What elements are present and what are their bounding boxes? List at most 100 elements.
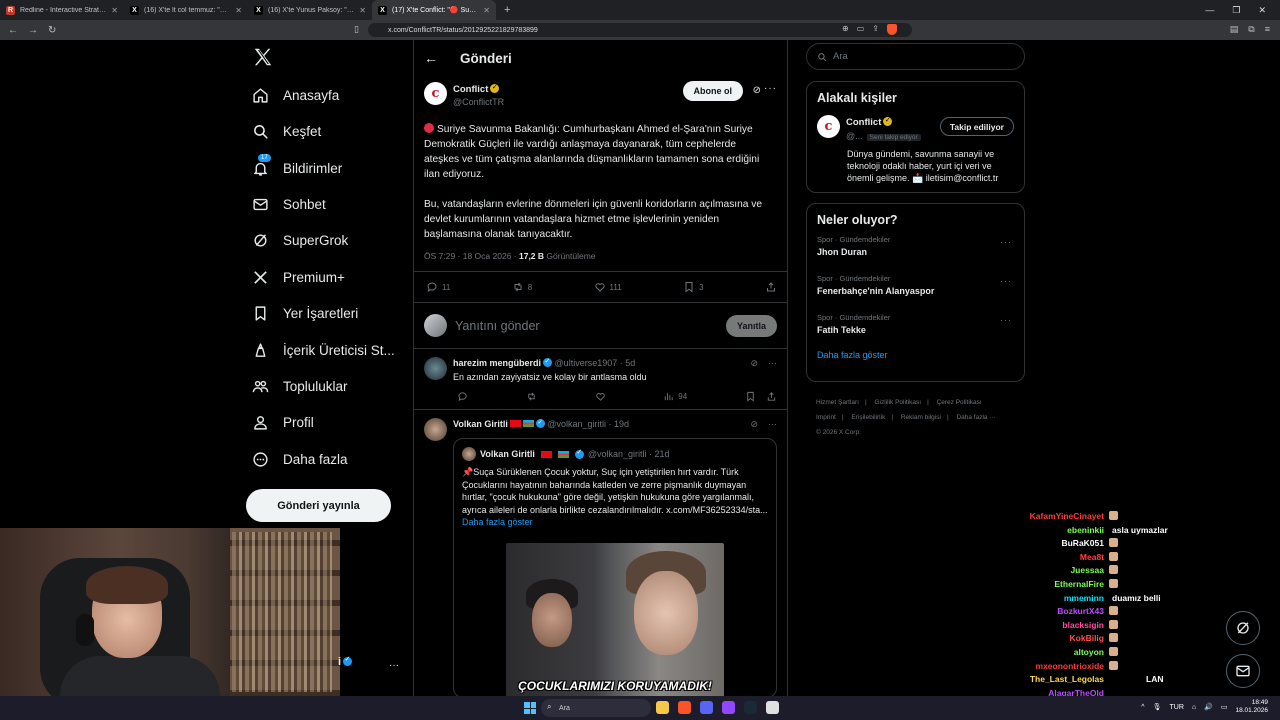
post-time[interactable]: ÖS 7:29 · 18 Oca 2026 · bbox=[424, 251, 519, 261]
browser-tab[interactable]: X (16) X'te Yunus Paksoy: "SON DAKİKA... ✕ bbox=[248, 0, 372, 20]
reply-submit-button[interactable]: Yanıtla bbox=[725, 315, 777, 337]
grok-explain-icon[interactable]: ⊘ bbox=[750, 419, 758, 430]
reply-avatar[interactable] bbox=[424, 357, 447, 380]
brave-browser-icon[interactable] bbox=[678, 701, 691, 714]
zoom-icon[interactable]: ⊕ bbox=[842, 24, 849, 35]
trend-item[interactable]: Spor · Gündemdekiler Fenerbahçe'nin Alan… bbox=[807, 266, 1024, 305]
related-person[interactable]: c Conflict @...Seni takip ediyor Takip e… bbox=[807, 105, 1024, 144]
nav-creator-studio[interactable]: İçerik Üreticisi St... bbox=[252, 342, 395, 359]
brave-shield-icon[interactable] bbox=[886, 24, 897, 35]
address-bar[interactable]: x.com/ConflictTR/status/2012925221829783… bbox=[368, 23, 912, 37]
file-explorer-icon[interactable] bbox=[656, 701, 669, 714]
like-action[interactable] bbox=[595, 391, 606, 402]
nav-explore[interactable]: Keşfet bbox=[252, 123, 321, 140]
nav-bookmarks[interactable]: Yer İşaretleri bbox=[252, 305, 358, 322]
footer-link[interactable]: Imprint bbox=[816, 414, 836, 421]
reply-item[interactable]: harezim mengüberdi @ultiverse1907 · 5d E… bbox=[414, 349, 787, 410]
obs-icon[interactable] bbox=[766, 701, 779, 714]
lang-indicator[interactable]: TUR bbox=[1169, 704, 1183, 711]
reload-icon[interactable]: ↻ bbox=[48, 25, 56, 36]
footer-link[interactable]: Erişilebilirlik bbox=[851, 414, 885, 421]
quoted-post[interactable]: Volkan Giritli @volkan_giritli · 21d 📌Su… bbox=[453, 438, 777, 696]
related-name[interactable]: Conflict bbox=[846, 117, 881, 128]
battery-icon[interactable]: ▭ bbox=[1221, 703, 1228, 711]
trend-more-icon[interactable]: ··· bbox=[1000, 276, 1012, 286]
search-input[interactable]: Ara bbox=[806, 43, 1025, 70]
twitch-icon[interactable] bbox=[722, 701, 735, 714]
share-icon[interactable] bbox=[766, 391, 777, 402]
nav-more[interactable]: Daha fazla bbox=[252, 451, 348, 468]
sidebar-icon[interactable]: ▤ bbox=[1230, 24, 1239, 35]
footer-link[interactable]: Gizlilik Politikası bbox=[874, 399, 921, 406]
discord-icon[interactable] bbox=[700, 701, 713, 714]
bookmark-icon[interactable] bbox=[745, 391, 756, 402]
grok-explain-icon[interactable]: ⊘ bbox=[750, 358, 758, 369]
repost-action[interactable] bbox=[526, 391, 537, 402]
nav-supergrok[interactable]: SuperGrok bbox=[252, 232, 348, 249]
extensions-icon[interactable]: ⧉ bbox=[1248, 24, 1254, 35]
reply-avatar[interactable] bbox=[424, 418, 447, 441]
taskbar-search[interactable]: ⌕ Ara bbox=[541, 699, 651, 717]
post-button[interactable]: Gönderi yayınla bbox=[246, 489, 391, 522]
footer-link[interactable]: Hizmet Şartları bbox=[816, 399, 859, 406]
x-logo-icon[interactable] bbox=[252, 46, 274, 68]
trend-item[interactable]: Spor · Gündemdekiler Jhon Duran ··· bbox=[807, 227, 1024, 266]
footer-link[interactable]: Reklam bilgisi bbox=[901, 414, 941, 421]
nav-home[interactable]: Anasayfa bbox=[252, 87, 339, 104]
windows-start-icon[interactable] bbox=[524, 702, 536, 714]
share-action[interactable] bbox=[765, 281, 777, 293]
back-arrow-icon[interactable]: ← bbox=[424, 50, 438, 66]
grok-explain-icon[interactable]: ⊘ bbox=[753, 85, 761, 96]
footer-link[interactable]: Çerez Politikası bbox=[937, 399, 982, 406]
my-avatar[interactable] bbox=[424, 314, 447, 337]
reply-author[interactable]: harezim mengüberdi bbox=[453, 358, 541, 368]
account-more-icon[interactable]: ··· bbox=[389, 660, 399, 671]
clock[interactable]: 18:49 18.01.2026 bbox=[1235, 699, 1268, 715]
close-tab-icon[interactable]: ✕ bbox=[359, 6, 366, 15]
account-name-fragment[interactable]: i bbox=[338, 655, 353, 668]
reply-action[interactable] bbox=[457, 391, 468, 402]
volume-icon[interactable]: 🔊 bbox=[1204, 703, 1213, 711]
footer-link[interactable]: Daha fazla ··· bbox=[956, 414, 995, 421]
nav-communities[interactable]: Topluluklar bbox=[252, 378, 348, 395]
cast-icon[interactable]: ▭ bbox=[857, 24, 865, 35]
post-more-icon[interactable]: ··· bbox=[764, 83, 777, 94]
browser-tab[interactable]: X (17) X'te Conflict: "🔴 Suriye Sa... ✕ bbox=[372, 0, 496, 20]
reply-input[interactable]: Yanıtını gönder bbox=[455, 319, 540, 333]
reply-author[interactable]: Volkan Giritli bbox=[453, 419, 508, 429]
trend-more-icon[interactable]: ··· bbox=[1000, 315, 1012, 325]
close-tab-icon[interactable]: ✕ bbox=[111, 6, 118, 15]
reply-item[interactable]: Volkan Giritli @volkan_giritli · 19d Vol… bbox=[414, 410, 787, 696]
menu-icon[interactable]: ≡ bbox=[1265, 24, 1270, 35]
following-button[interactable]: Takip ediliyor bbox=[939, 117, 1014, 136]
new-tab-button[interactable]: + bbox=[496, 4, 518, 16]
post-author-name[interactable]: Conflict bbox=[453, 84, 488, 95]
browser-tab[interactable]: R Redline - Interactive Strategic Map ✕ bbox=[0, 0, 124, 20]
reply-more-icon[interactable]: ··· bbox=[768, 358, 777, 369]
related-avatar[interactable]: c bbox=[817, 115, 840, 138]
close-window-icon[interactable]: ✕ bbox=[1258, 5, 1266, 16]
repost-action[interactable]: 8 bbox=[512, 281, 532, 293]
mic-icon[interactable]: 🎙 bbox=[1153, 703, 1162, 711]
bookmark-action[interactable]: 3 bbox=[683, 281, 704, 293]
steam-icon[interactable] bbox=[744, 701, 757, 714]
nav-premium[interactable]: Premium+ bbox=[252, 269, 345, 286]
minimize-icon[interactable]: — bbox=[1205, 5, 1214, 16]
nav-profile[interactable]: Profil bbox=[252, 414, 314, 431]
show-more-link[interactable]: Daha fazla göster bbox=[462, 517, 768, 527]
back-icon[interactable]: ← bbox=[8, 25, 18, 36]
trends-show-more[interactable]: Daha fazla göster bbox=[807, 344, 1024, 372]
quoted-image[interactable]: ÇOCUKLARIMIZI KORUYAMADIK! bbox=[506, 543, 724, 696]
like-action[interactable]: 111 bbox=[594, 281, 622, 293]
conflict-avatar[interactable]: c bbox=[424, 82, 447, 105]
messages-fab[interactable] bbox=[1226, 654, 1260, 688]
grok-fab[interactable] bbox=[1226, 611, 1260, 645]
subscribe-button[interactable]: Abone ol bbox=[682, 81, 743, 101]
reply-more-icon[interactable]: ··· bbox=[768, 419, 777, 430]
network-icon[interactable]: ⌂ bbox=[1192, 704, 1196, 711]
nav-notifications[interactable]: 17 Bildirimler bbox=[252, 154, 342, 177]
nav-chat[interactable]: Sohbet bbox=[252, 196, 326, 213]
forward-icon[interactable]: → bbox=[28, 25, 38, 36]
browser-tab[interactable]: X (16) X'te lt col temmuz: "Over https:/.… bbox=[124, 0, 248, 20]
reply-action[interactable]: 11 bbox=[426, 281, 450, 293]
